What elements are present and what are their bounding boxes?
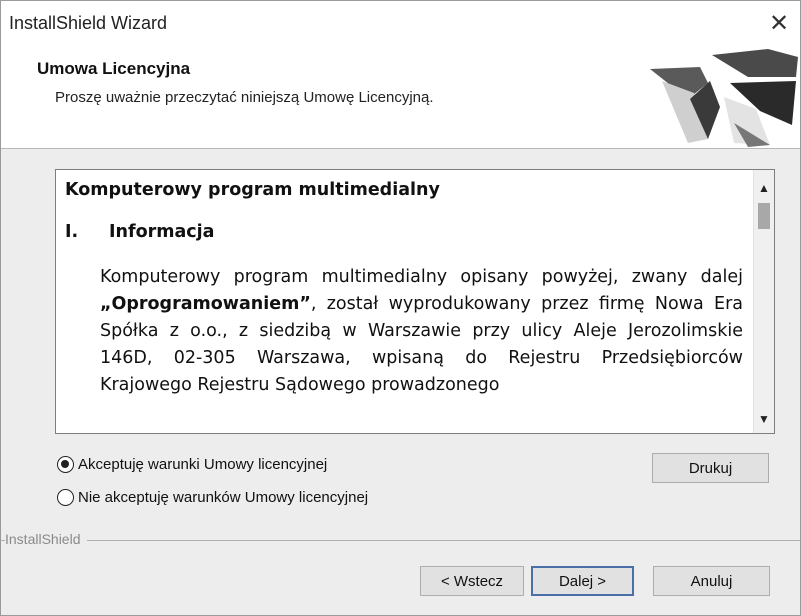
license-paragraph: Komputerowy program multimedialny opisan… [65, 264, 743, 399]
license-text-box[interactable]: Komputerowy program multimedialny I. Inf… [55, 169, 775, 434]
section-title: Informacja [109, 222, 215, 242]
close-button[interactable]: ✕ [762, 7, 796, 39]
brand-label: InstallShield [5, 531, 87, 547]
license-section-heading: I. Informacja [65, 222, 743, 242]
accept-radio[interactable] [57, 456, 74, 473]
license-content: Komputerowy program multimedialny I. Inf… [56, 170, 753, 433]
divider-line [1, 540, 800, 541]
window-title: InstallShield Wizard [9, 13, 168, 33]
paragraph-bold-term: „Oprogramowaniem” [100, 294, 311, 314]
scroll-up-button[interactable]: ▲ [754, 178, 774, 198]
scroll-down-button[interactable]: ▼ [754, 409, 774, 429]
license-scrollbar[interactable]: ▲ ▼ [753, 170, 774, 433]
page-title: Umowa Licencyjna [37, 59, 191, 78]
close-icon: ✕ [768, 9, 790, 37]
chevron-down-icon: ▼ [758, 412, 770, 426]
accept-label: Akceptuję warunki Umowy licencyjnej [78, 456, 328, 473]
decline-radio-option[interactable]: Nie akceptuję warunków Umowy licencyjnej [57, 489, 368, 506]
title-bar: InstallShield Wizard ✕ [1, 1, 800, 45]
accept-radio-option[interactable]: Akceptuję warunki Umowy licencyjnej [57, 456, 327, 473]
installer-window: InstallShield Wizard ✕ Umowa Licencyjna … [0, 0, 801, 616]
chevron-up-icon: ▲ [758, 181, 770, 195]
license-heading: Komputerowy program multimedialny [65, 180, 440, 200]
decline-label: Nie akceptuję warunków Umowy licencyjnej [78, 489, 369, 506]
paragraph-text-start: Komputerowy program multimedialny opisan… [100, 267, 743, 287]
section-number: I. [65, 222, 79, 242]
installshield-divider: InstallShield [1, 531, 800, 551]
scroll-thumb[interactable] [758, 203, 770, 229]
next-button[interactable]: Dalej > [531, 566, 634, 596]
cancel-button[interactable]: Anuluj [653, 566, 770, 596]
back-button[interactable]: < Wstecz [420, 566, 524, 596]
print-button[interactable]: Drukuj [652, 453, 769, 483]
wizard-header: Umowa Licencyjna Proszę uważnie przeczyt… [1, 45, 800, 149]
decline-radio[interactable] [57, 489, 74, 506]
page-subtitle: Proszę uważnie przeczytać niniejszą Umow… [55, 89, 434, 106]
installshield-logo-icon [650, 49, 798, 147]
